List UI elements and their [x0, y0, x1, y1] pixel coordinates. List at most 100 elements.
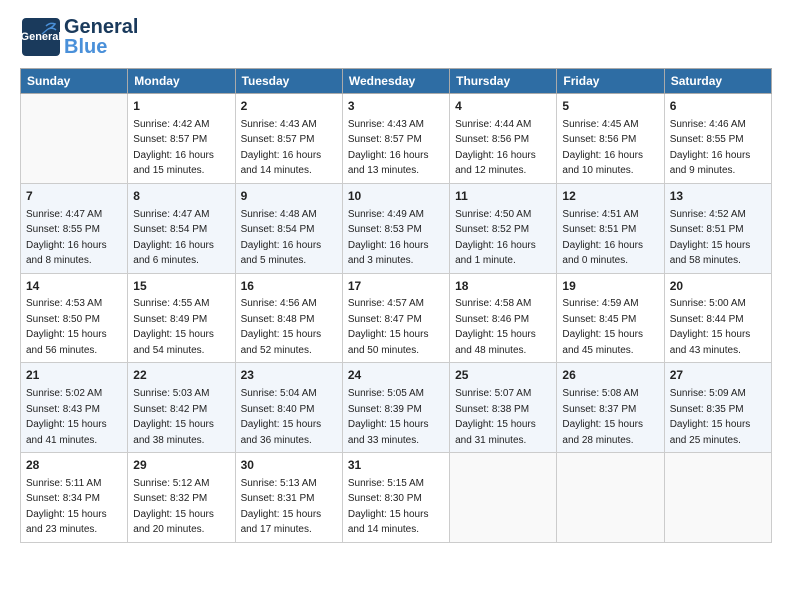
day-number: 24 [348, 367, 444, 384]
day-cell: 24 Sunrise: 5:05 AM Sunset: 8:39 PM Dayli… [342, 363, 449, 453]
day-info: Sunrise: 4:45 AM Sunset: 8:56 PM Dayligh… [562, 119, 643, 177]
day-info: Sunrise: 4:50 AM Sunset: 8:52 PM Dayligh… [455, 209, 536, 267]
logo-general: General [64, 17, 138, 37]
col-header-thursday: Thursday [450, 69, 557, 94]
col-header-saturday: Saturday [664, 69, 771, 94]
day-number: 19 [562, 278, 658, 295]
day-cell: 1 Sunrise: 4:42 AM Sunset: 8:57 PM Daylig… [128, 94, 235, 184]
day-number: 21 [26, 367, 122, 384]
col-header-tuesday: Tuesday [235, 69, 342, 94]
day-info: Sunrise: 4:58 AM Sunset: 8:46 PM Dayligh… [455, 298, 536, 356]
day-cell: 29Sunrise: 5:12 AM Sunset: 8:32 PM Dayli… [128, 453, 235, 543]
logo-icon: General [20, 16, 62, 58]
day-cell: 30 Sunrise: 5:13 AM Sunset: 8:31 PM Dayli… [235, 453, 342, 543]
day-cell: 26 Sunrise: 5:08 AM Sunset: 8:37 PM Dayli… [557, 363, 664, 453]
day-number: 9 [241, 188, 337, 205]
day-number: 28 [26, 457, 122, 474]
page: General General Blue SundayMondayTuesday… [0, 0, 792, 553]
week-row-1: 1 Sunrise: 4:42 AM Sunset: 8:57 PM Daylig… [21, 94, 772, 184]
day-cell: 27 Sunrise: 5:09 AM Sunset: 8:35 PM Dayli… [664, 363, 771, 453]
day-info: Sunrise: 4:56 AM Sunset: 8:48 PM Dayligh… [241, 298, 322, 356]
day-cell: 16 Sunrise: 4:56 AM Sunset: 8:48 PM Dayli… [235, 273, 342, 363]
week-row-2: 7 Sunrise: 4:47 AM Sunset: 8:55 PM Daylig… [21, 183, 772, 273]
day-info: Sunrise: 4:42 AM Sunset: 8:57 PM Dayligh… [133, 119, 214, 177]
logo-blue: Blue [64, 37, 138, 57]
day-info: Sunrise: 5:03 AM Sunset: 8:42 PM Dayligh… [133, 388, 214, 446]
day-cell: 14Sunrise: 4:53 AM Sunset: 8:50 PM Dayli… [21, 273, 128, 363]
day-cell: 31 Sunrise: 5:15 AM Sunset: 8:30 PM Dayli… [342, 453, 449, 543]
day-cell: 22Sunrise: 5:03 AM Sunset: 8:42 PM Dayli… [128, 363, 235, 453]
day-number: 31 [348, 457, 444, 474]
day-info: Sunrise: 4:46 AM Sunset: 8:55 PM Dayligh… [670, 119, 751, 177]
day-info: Sunrise: 4:47 AM Sunset: 8:55 PM Dayligh… [26, 209, 107, 267]
day-number: 2 [241, 98, 337, 115]
day-cell [450, 453, 557, 543]
day-cell: 6 Sunrise: 4:46 AM Sunset: 8:55 PM Daylig… [664, 94, 771, 184]
day-info: Sunrise: 5:07 AM Sunset: 8:38 PM Dayligh… [455, 388, 536, 446]
day-number: 14 [26, 278, 122, 295]
day-info: Sunrise: 5:04 AM Sunset: 8:40 PM Dayligh… [241, 388, 322, 446]
day-number: 27 [670, 367, 766, 384]
day-info: Sunrise: 5:12 AM Sunset: 8:32 PM Dayligh… [133, 478, 214, 536]
day-number: 7 [26, 188, 122, 205]
day-number: 6 [670, 98, 766, 115]
day-info: Sunrise: 5:08 AM Sunset: 8:37 PM Dayligh… [562, 388, 643, 446]
day-number: 13 [670, 188, 766, 205]
day-info: Sunrise: 4:57 AM Sunset: 8:47 PM Dayligh… [348, 298, 429, 356]
day-info: Sunrise: 5:00 AM Sunset: 8:44 PM Dayligh… [670, 298, 751, 356]
day-cell: 2 Sunrise: 4:43 AM Sunset: 8:57 PM Daylig… [235, 94, 342, 184]
day-number: 30 [241, 457, 337, 474]
day-cell: 5Sunrise: 4:45 AM Sunset: 8:56 PM Daylig… [557, 94, 664, 184]
day-cell: 25 Sunrise: 5:07 AM Sunset: 8:38 PM Dayli… [450, 363, 557, 453]
day-info: Sunrise: 5:11 AM Sunset: 8:34 PM Dayligh… [26, 478, 107, 536]
day-info: Sunrise: 5:09 AM Sunset: 8:35 PM Dayligh… [670, 388, 751, 446]
day-cell: 12Sunrise: 4:51 AM Sunset: 8:51 PM Dayli… [557, 183, 664, 273]
day-cell: 21Sunrise: 5:02 AM Sunset: 8:43 PM Dayli… [21, 363, 128, 453]
day-cell: 18 Sunrise: 4:58 AM Sunset: 8:46 PM Dayli… [450, 273, 557, 363]
day-number: 10 [348, 188, 444, 205]
week-row-5: 28 Sunrise: 5:11 AM Sunset: 8:34 PM Dayli… [21, 453, 772, 543]
day-cell: 17Sunrise: 4:57 AM Sunset: 8:47 PM Dayli… [342, 273, 449, 363]
day-cell: 15 Sunrise: 4:55 AM Sunset: 8:49 PM Dayli… [128, 273, 235, 363]
day-info: Sunrise: 4:55 AM Sunset: 8:49 PM Dayligh… [133, 298, 214, 356]
day-cell: 3 Sunrise: 4:43 AM Sunset: 8:57 PM Daylig… [342, 94, 449, 184]
day-info: Sunrise: 5:13 AM Sunset: 8:31 PM Dayligh… [241, 478, 322, 536]
day-number: 23 [241, 367, 337, 384]
day-info: Sunrise: 4:43 AM Sunset: 8:57 PM Dayligh… [241, 119, 322, 177]
logo: General General Blue [20, 16, 138, 58]
day-cell: 13 Sunrise: 4:52 AM Sunset: 8:51 PM Dayli… [664, 183, 771, 273]
day-info: Sunrise: 5:15 AM Sunset: 8:30 PM Dayligh… [348, 478, 429, 536]
svg-text:General: General [21, 31, 62, 43]
day-cell: 7 Sunrise: 4:47 AM Sunset: 8:55 PM Daylig… [21, 183, 128, 273]
day-number: 15 [133, 278, 229, 295]
day-info: Sunrise: 4:43 AM Sunset: 8:57 PM Dayligh… [348, 119, 429, 177]
day-number: 8 [133, 188, 229, 205]
day-cell: 9Sunrise: 4:48 AM Sunset: 8:54 PM Daylig… [235, 183, 342, 273]
day-cell: 20 Sunrise: 5:00 AM Sunset: 8:44 PM Dayli… [664, 273, 771, 363]
day-number: 20 [670, 278, 766, 295]
col-header-friday: Friday [557, 69, 664, 94]
day-cell: 10Sunrise: 4:49 AM Sunset: 8:53 PM Dayli… [342, 183, 449, 273]
day-number: 1 [133, 98, 229, 115]
day-info: Sunrise: 4:52 AM Sunset: 8:51 PM Dayligh… [670, 209, 751, 267]
day-number: 11 [455, 188, 551, 205]
header-row: SundayMondayTuesdayWednesdayThursdayFrid… [21, 69, 772, 94]
day-number: 25 [455, 367, 551, 384]
day-cell [21, 94, 128, 184]
day-cell: 8Sunrise: 4:47 AM Sunset: 8:54 PM Daylig… [128, 183, 235, 273]
day-number: 4 [455, 98, 551, 115]
day-info: Sunrise: 4:51 AM Sunset: 8:51 PM Dayligh… [562, 209, 643, 267]
col-header-sunday: Sunday [21, 69, 128, 94]
col-header-monday: Monday [128, 69, 235, 94]
day-number: 18 [455, 278, 551, 295]
day-cell [664, 453, 771, 543]
day-cell: 11 Sunrise: 4:50 AM Sunset: 8:52 PM Dayli… [450, 183, 557, 273]
header: General General Blue [20, 16, 772, 58]
day-cell: 19Sunrise: 4:59 AM Sunset: 8:45 PM Dayli… [557, 273, 664, 363]
day-cell: 28 Sunrise: 5:11 AM Sunset: 8:34 PM Dayli… [21, 453, 128, 543]
day-number: 26 [562, 367, 658, 384]
day-cell: 4Sunrise: 4:44 AM Sunset: 8:56 PM Daylig… [450, 94, 557, 184]
day-info: Sunrise: 5:05 AM Sunset: 8:39 PM Dayligh… [348, 388, 429, 446]
day-number: 16 [241, 278, 337, 295]
day-number: 3 [348, 98, 444, 115]
